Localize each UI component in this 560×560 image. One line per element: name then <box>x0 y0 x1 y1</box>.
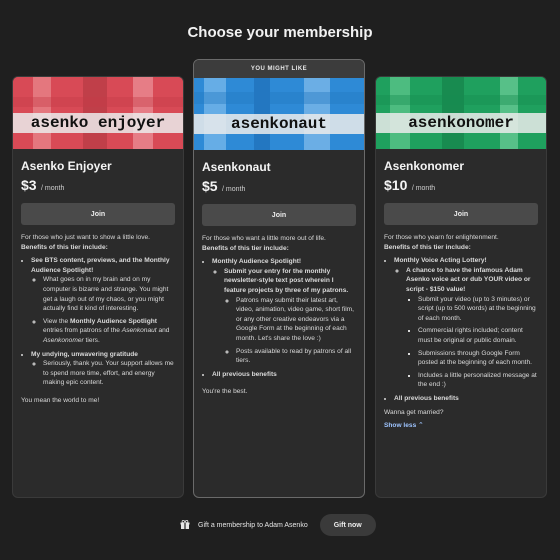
tier-price: $5 <box>202 178 218 194</box>
join-button[interactable]: Join <box>384 203 538 225</box>
tier-name: Asenkonomer <box>384 159 465 173</box>
benefit-item: Monthly Audience Spotlight! Submit your … <box>212 257 356 366</box>
page-title: Choose your membership <box>187 24 373 41</box>
price-row: $10 / month <box>384 177 538 195</box>
tier-price: $10 <box>384 177 408 193</box>
benefits-header: Benefits of this tier include: <box>21 243 108 251</box>
benefit-item: All previous benefits <box>212 370 356 380</box>
benefit-subitem: View the Monthly Audience Spotlight entr… <box>43 317 175 346</box>
banner-text: asenko enjoyer <box>13 113 183 133</box>
tier-name: Asenko Enjoyer <box>21 159 112 173</box>
tier-price: $3 <box>21 177 37 193</box>
price-row: $3 / month <box>21 177 175 195</box>
benefit-subitem: Patrons may submit their latest art, vid… <box>236 296 356 344</box>
tier-banner: asenkonomer <box>376 77 546 149</box>
join-button[interactable]: Join <box>21 203 175 225</box>
tier-closing: Wanna get married? <box>384 408 444 416</box>
benefits-list: See BTS content, previews, and the Month… <box>21 256 175 388</box>
tier-description: For those who want a little more out of … <box>194 226 364 397</box>
tier-banner: asenkonaut <box>194 78 364 150</box>
benefit-subitem: Submit your entry for the monthly newsle… <box>224 267 356 366</box>
tier-banner: asenko enjoyer <box>13 77 183 149</box>
benefits-list: Monthly Voice Acting Lottery! A chance t… <box>384 256 538 403</box>
tier-period: / month <box>222 186 246 193</box>
banner-text: asenkonomer <box>376 113 546 133</box>
tier-closing: You're the best. <box>202 388 248 396</box>
benefit-subitem: What goes on in my brain and on my compu… <box>43 275 175 313</box>
tier-card-asenkonomer: asenkonomer Asenkonomer $10 / month Join… <box>375 76 547 498</box>
tier-description: For those who just want to show a little… <box>13 225 183 406</box>
benefits-list: Monthly Audience Spotlight! Submit your … <box>202 257 356 379</box>
tier-intro: For those who yearn for enlightenment. <box>384 234 499 241</box>
tier-period: / month <box>411 185 436 192</box>
benefit-subitem: Commercial rights included; content must… <box>418 326 538 345</box>
benefit-subitem: Includes a little personalized message a… <box>418 371 538 390</box>
gift-icon <box>180 520 190 529</box>
gift-membership-bar: Gift a membership to Adam Asenko Gift no… <box>180 514 376 536</box>
recommended-ribbon: YOU MIGHT LIKE <box>194 60 364 78</box>
tier-period: / month <box>41 185 65 192</box>
price-row: $5 / month <box>202 178 356 196</box>
benefits-header: Benefits of this tier include: <box>202 244 289 252</box>
benefit-subitem: Submit your video (up to 3 minutes) or s… <box>418 295 538 324</box>
benefit-item: See BTS content, previews, and the Month… <box>31 256 175 345</box>
benefit-subitem: A chance to have the infamous Adam Asenk… <box>406 266 538 390</box>
tier-description: For those who yearn for enlightenment. B… <box>376 225 546 431</box>
tier-card-asenkonaut: YOU MIGHT LIKE asenkonaut Asenkonaut $5 … <box>193 59 365 498</box>
benefit-item: Monthly Voice Acting Lottery! A chance t… <box>394 256 538 390</box>
tier-name: Asenkonaut <box>202 160 271 174</box>
gift-text: Gift a membership to Adam Asenko <box>198 521 308 529</box>
chevron-up-icon[interactable]: ⌃ <box>418 422 424 429</box>
benefit-item: All previous benefits <box>394 394 538 404</box>
gift-now-button[interactable]: Gift now <box>319 514 376 536</box>
show-less-label[interactable]: Show less <box>384 422 416 429</box>
banner-text: asenkonaut <box>194 114 364 134</box>
show-less-link[interactable]: Show less ⌃ <box>384 421 538 431</box>
benefit-subitem: Submissions through Google Form posted a… <box>418 349 538 368</box>
benefit-subitem: Posts available to read by patrons of al… <box>236 347 356 366</box>
tier-intro: For those who just want to show a little… <box>21 234 151 241</box>
benefits-header: Benefits of this tier include: <box>384 243 471 251</box>
tier-card-asenko-enjoyer: asenko enjoyer Asenko Enjoyer $3 / month… <box>12 76 184 498</box>
join-button[interactable]: Join <box>202 204 356 226</box>
benefit-subitem: Seriously, thank you. Your support allow… <box>43 359 175 388</box>
benefit-item: My undying, unwavering gratitude Serious… <box>31 350 175 388</box>
tier-closing: You mean the world to me! <box>21 396 100 404</box>
tier-intro: For those who want a little more out of … <box>202 235 326 242</box>
